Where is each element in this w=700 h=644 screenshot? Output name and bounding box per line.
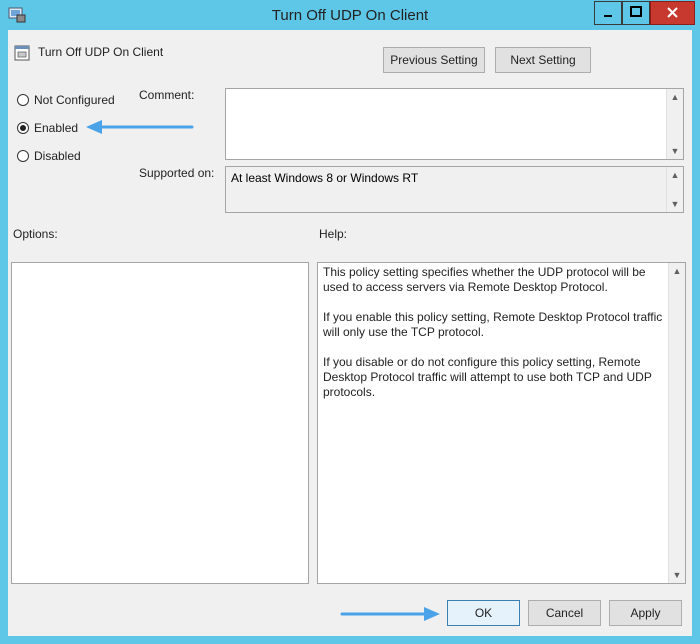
radio-not-configured-circle[interactable] [17,94,29,106]
help-text: This policy setting specifies whether th… [323,265,666,415]
ok-button[interactable]: OK [447,600,520,626]
close-icon [667,7,678,18]
annotation-arrow-enabled [84,118,196,138]
help-paragraph: This policy setting specifies whether th… [323,265,646,294]
radio-not-configured[interactable]: Not Configured [17,93,137,114]
previous-setting-button[interactable]: Previous Setting [383,47,485,73]
radio-disabled[interactable]: Disabled [17,149,137,170]
next-setting-button[interactable]: Next Setting [495,47,591,73]
help-paragraph: If you enable this policy setting, Remot… [323,310,663,339]
comment-scrollbar[interactable]: ▲ ▼ [666,89,683,159]
help-label: Help: [319,227,348,241]
scroll-down-arrow-icon[interactable]: ▼ [667,144,683,158]
policy-setting-icon [14,45,30,61]
dialog-client-area: Turn Off UDP On Client Previous Setting … [8,30,692,636]
close-button[interactable] [650,1,695,25]
minimize-button[interactable] [594,1,622,25]
setting-name: Turn Off UDP On Client [38,45,164,59]
annotation-arrow-ok [338,604,444,624]
radio-enabled-label: Enabled [34,121,79,135]
radio-enabled-circle[interactable] [17,122,29,134]
supported-on-box: At least Windows 8 or Windows RT ▲ ▼ [225,166,684,213]
scroll-up-arrow-icon[interactable]: ▲ [669,264,685,278]
scroll-up-arrow-icon[interactable]: ▲ [667,90,683,104]
title-bar[interactable]: Turn Off UDP On Client [0,0,700,30]
scroll-down-arrow-icon[interactable]: ▼ [669,568,685,582]
radio-not-configured-label: Not Configured [34,93,115,107]
help-pane[interactable]: This policy setting specifies whether th… [317,262,686,584]
help-scrollbar[interactable]: ▲ ▼ [668,263,685,583]
apply-button[interactable]: Apply [609,600,682,626]
radio-disabled-circle[interactable] [17,150,29,162]
scroll-up-arrow-icon[interactable]: ▲ [667,168,683,182]
cancel-button[interactable]: Cancel [528,600,601,626]
options-pane[interactable] [11,262,309,584]
supported-on-value: At least Windows 8 or Windows RT [231,171,419,185]
comment-textbox[interactable]: ▲ ▼ [225,88,684,160]
supported-scrollbar[interactable]: ▲ ▼ [666,167,683,212]
maximize-button[interactable] [622,1,650,25]
scroll-down-arrow-icon[interactable]: ▼ [667,197,683,211]
help-paragraph: If you disable or do not configure this … [323,355,652,399]
radio-disabled-label: Disabled [34,149,81,163]
options-label: Options: [13,227,58,241]
supported-on-label: Supported on: [139,166,215,180]
comment-label: Comment: [139,88,195,102]
